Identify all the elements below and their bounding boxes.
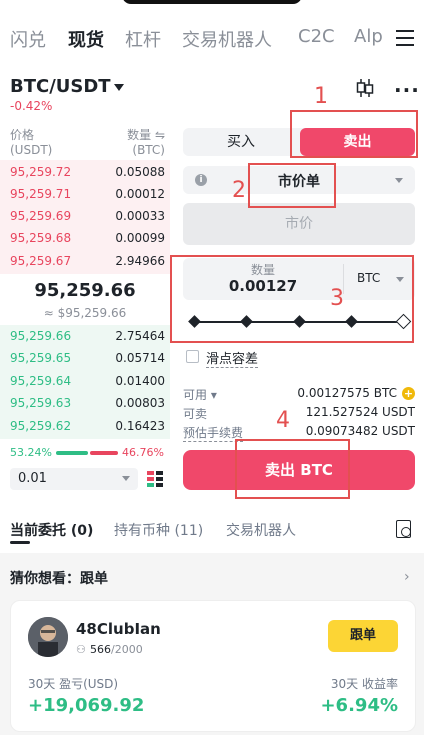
order-history-icon[interactable] (396, 520, 411, 538)
orders-tab-bar: 当前委托 (0) 持有币种 (11) 交易机器人 (0, 516, 424, 546)
trader-name[interactable]: 48ClubIan (76, 620, 161, 638)
pair-symbol[interactable]: BTC/USDT (10, 76, 111, 97)
fee-value: 0.09073482 USDT (305, 424, 415, 438)
last-price[interactable]: 95,259.66 (0, 280, 170, 301)
ask-row[interactable]: 95,259.71 0.00012 (0, 183, 170, 205)
candlestick-icon[interactable] (356, 78, 374, 98)
pnl-value: +19,069.92 (28, 695, 145, 716)
slippage-checkbox[interactable] (186, 350, 199, 363)
annotation-number-3: 3 (330, 286, 344, 311)
bid-row[interactable]: 95,259.66 2.75464 (0, 325, 170, 347)
bid-row[interactable]: 95,259.63 0.00803 (0, 392, 170, 414)
tab-open-orders[interactable]: 当前委托 (0) (10, 520, 93, 540)
annotation-box-2 (248, 163, 336, 208)
sell-ratio-bar (90, 451, 118, 455)
available-value: 0.00127575 BTC (297, 386, 397, 400)
follower-count: 566/2000 (90, 643, 143, 656)
tab-convert[interactable]: 闪兑 (10, 26, 46, 52)
roi-value: +6.94% (320, 695, 398, 716)
fee-row: 预估手续费 0.09073482 USDT (183, 424, 415, 442)
tab-alpha[interactable]: Alp (354, 26, 383, 47)
available-row: 可用 ▾ 0.00127575 BTC + (183, 386, 415, 402)
book-layout-icon[interactable] (146, 470, 164, 488)
guess-heading[interactable]: 猜你想看：跟单 (10, 568, 108, 588)
annotation-number-1: 1 (314, 84, 328, 109)
tab-spot[interactable]: 现货 (68, 26, 104, 52)
ask-row[interactable]: 95,259.68 0.00099 (0, 227, 170, 249)
fiat-price: ≈ $95,259.66 (43, 306, 127, 320)
ask-row[interactable]: 95,259.69 0.00033 (0, 205, 170, 227)
annotation-number-2: 2 (232, 178, 246, 203)
menu-icon[interactable] (396, 30, 414, 46)
ask-row[interactable]: 95,259.67 2.94966 (0, 250, 170, 272)
market-price-field: 市价 (183, 203, 415, 245)
chevron-down-icon (122, 476, 130, 481)
buy-ratio: 53.24% (10, 446, 52, 459)
tab-trading-bot[interactable]: 交易机器人 (182, 26, 272, 52)
roi-label: 30天 收益率 (330, 677, 398, 691)
top-tab-bar: 闪兑 现货 杠杆 交易机器人 C2C Alp (0, 20, 424, 60)
copy-trade-button[interactable]: 跟单 (328, 620, 398, 652)
buy-ratio-bar (56, 451, 88, 455)
precision-value: 0.01 (18, 471, 47, 486)
annotation-box-4 (235, 439, 350, 499)
qty-header[interactable]: 数量 ⇋ (BTC) (116, 128, 165, 158)
followers-icon: ⚇ (76, 643, 86, 656)
tab-margin[interactable]: 杠杆 (125, 26, 161, 52)
avatar (28, 617, 68, 657)
bid-row[interactable]: 95,259.62 0.16423 (0, 415, 170, 437)
slippage-label[interactable]: 滑点容差 (206, 348, 259, 368)
price-change: -0.42% (10, 99, 53, 113)
buy-tab[interactable]: 买入 (183, 128, 299, 156)
bid-row[interactable]: 95,259.65 0.05714 (0, 347, 170, 369)
more-icon[interactable]: ··· (394, 78, 420, 102)
annotation-number-4: 4 (276, 408, 290, 433)
available-label[interactable]: 可用 ▾ (183, 386, 217, 403)
annotation-box-1 (290, 110, 418, 158)
chevron-down-icon[interactable] (114, 84, 124, 91)
sellable-value: 121.527524 USDT (305, 405, 415, 419)
sellable-label: 可卖 (183, 407, 208, 421)
sell-ratio: 46.76% (122, 446, 164, 459)
bid-row[interactable]: 95,259.64 0.01400 (0, 370, 170, 392)
active-tab-underline (10, 541, 30, 544)
annotation-box-3 (170, 255, 414, 343)
fee-label[interactable]: 预估手续费 (183, 424, 244, 442)
chevron-down-icon (395, 178, 403, 183)
sellable-row: 可卖 121.527524 USDT (183, 405, 415, 421)
tab-holdings[interactable]: 持有币种 (11) (114, 520, 203, 540)
tab-bots[interactable]: 交易机器人 (226, 520, 296, 540)
tab-c2c[interactable]: C2C (298, 26, 335, 47)
precision-select[interactable]: 0.01 (10, 468, 138, 490)
status-pill (122, 0, 302, 4)
add-funds-icon[interactable]: + (402, 387, 415, 400)
price-header: 价格 (USDT) (10, 128, 53, 157)
pnl-label: 30天 盈亏(USD) (28, 677, 119, 691)
ask-row[interactable]: 95,259.72 0.05088 (0, 161, 170, 183)
chevron-right-icon[interactable]: › (404, 569, 410, 585)
